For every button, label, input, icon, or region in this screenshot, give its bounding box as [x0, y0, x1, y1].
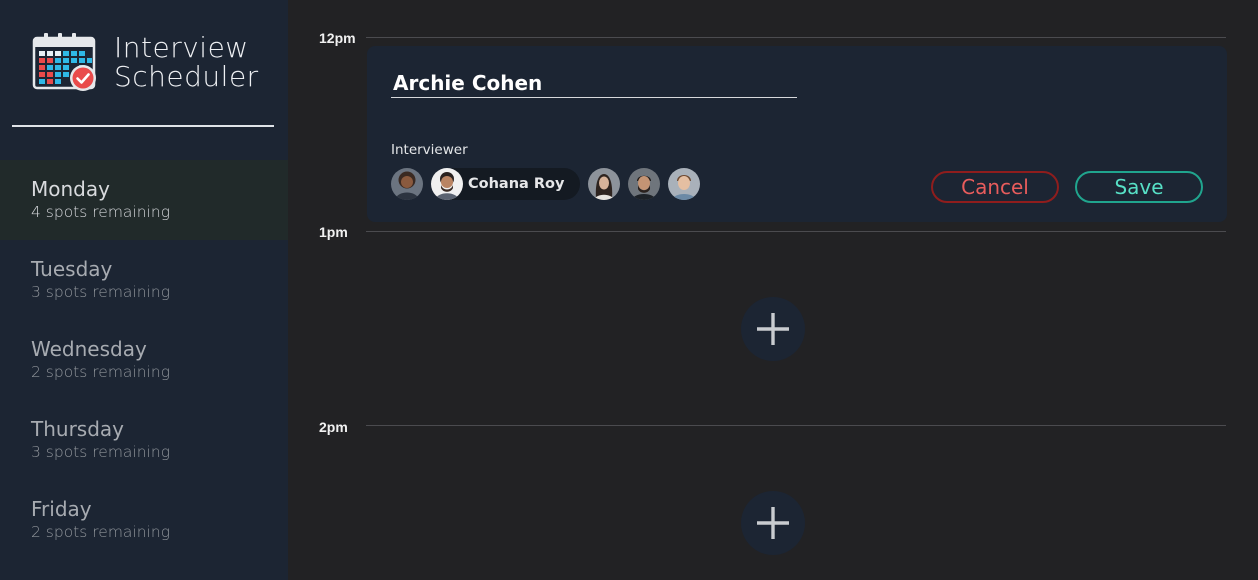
appointment-form: Interviewer Cohana Roy: [367, 46, 1227, 222]
plus-icon: [757, 507, 789, 539]
day-name: Tuesday: [31, 257, 113, 281]
avatar: [668, 168, 701, 200]
day-item-tuesday[interactable]: Tuesday 3 spots remaining: [0, 240, 288, 320]
interviewer-option[interactable]: [628, 168, 661, 200]
app-title-line1: Interview: [114, 31, 249, 64]
day-name: Wednesday: [31, 337, 147, 361]
time-divider: [366, 425, 1226, 426]
app-title-line2: Scheduler: [114, 60, 259, 93]
sidebar: Interview Scheduler Monday 4 spots remai…: [0, 0, 288, 580]
day-spots: 2 spots remaining: [31, 363, 170, 381]
avatar: [391, 168, 423, 200]
interviewer-option[interactable]: [668, 168, 701, 200]
day-list: Monday 4 spots remaining Tuesday 3 spots…: [0, 160, 288, 560]
time-divider: [366, 231, 1226, 232]
add-appointment-button[interactable]: [741, 491, 805, 555]
interviewer-name: Cohana Roy: [468, 176, 565, 192]
day-spots: 3 spots remaining: [31, 443, 170, 461]
time-label-1pm: 1pm: [319, 224, 348, 240]
day-name: Friday: [31, 497, 92, 521]
day-spots: 2 spots remaining: [31, 523, 170, 541]
calendar-check-icon: [32, 33, 96, 91]
day-item-thursday[interactable]: Thursday 3 spots remaining: [0, 400, 288, 480]
add-appointment-button[interactable]: [741, 297, 805, 361]
day-name: Thursday: [31, 417, 124, 441]
day-item-friday[interactable]: Friday 2 spots remaining: [0, 480, 288, 560]
save-button[interactable]: Save: [1075, 171, 1203, 203]
student-name-input[interactable]: [391, 68, 797, 98]
interviewer-option-selected[interactable]: Cohana Roy: [431, 168, 581, 200]
day-name: Monday: [31, 177, 110, 201]
day-spots: 4 spots remaining: [31, 203, 170, 221]
plus-icon: [757, 313, 789, 345]
sidebar-divider: [12, 125, 274, 127]
avatar: [628, 168, 661, 200]
day-item-wednesday[interactable]: Wednesday 2 spots remaining: [0, 320, 288, 400]
time-divider: [366, 37, 1226, 38]
time-label-12pm: 12pm: [319, 30, 356, 46]
avatar: [588, 168, 621, 200]
interviewer-option[interactable]: [391, 168, 423, 200]
time-label-2pm: 2pm: [319, 419, 348, 435]
interviewer-option[interactable]: [588, 168, 621, 200]
avatar: [431, 168, 463, 200]
app-title: Interview Scheduler: [114, 33, 259, 91]
interviewer-label: Interviewer: [391, 142, 468, 158]
interviewer-list: Cohana Roy: [391, 168, 708, 200]
day-spots: 3 spots remaining: [31, 283, 170, 301]
cancel-button[interactable]: Cancel: [931, 171, 1059, 203]
day-item-monday[interactable]: Monday 4 spots remaining: [0, 160, 288, 240]
